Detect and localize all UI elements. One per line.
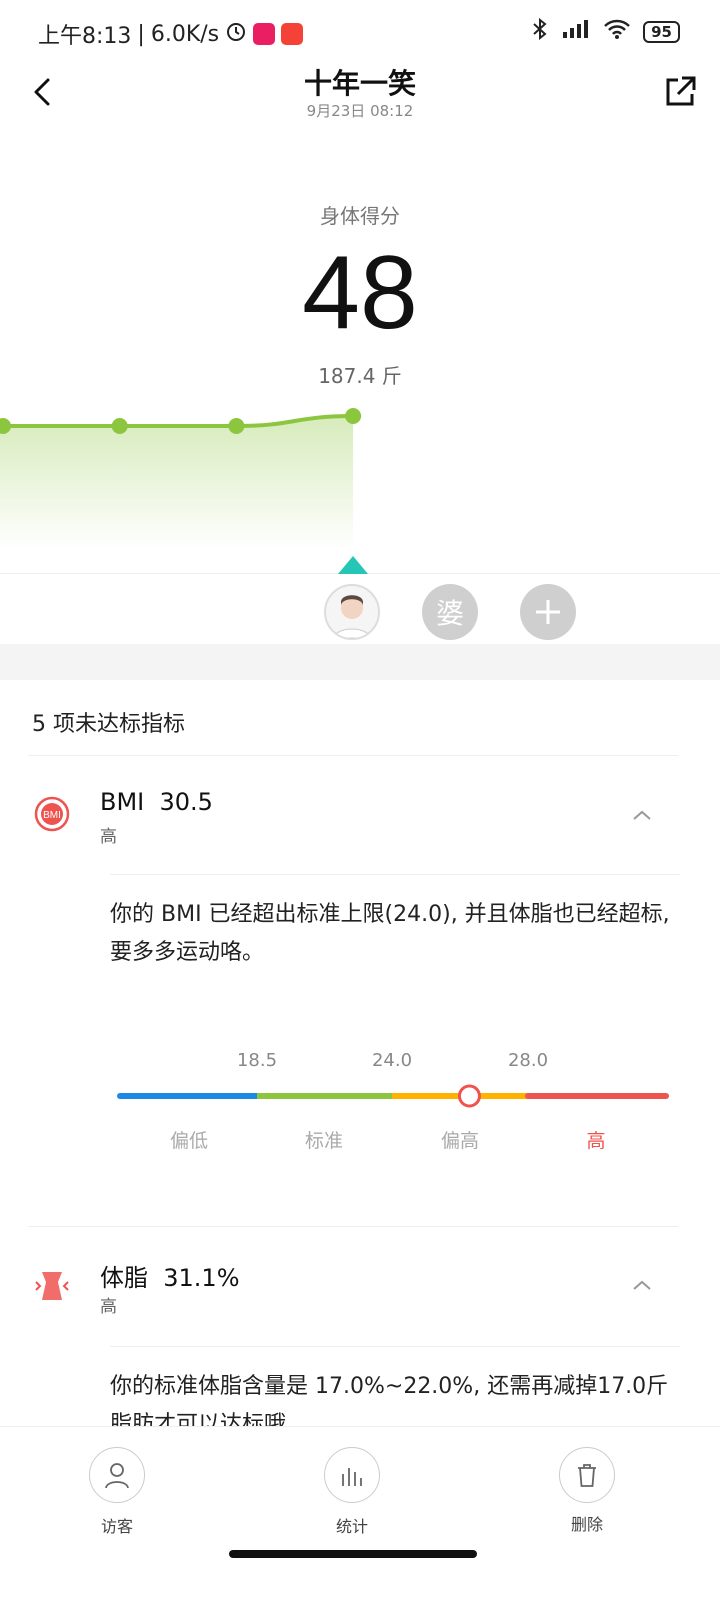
scale-tick: 24.0 xyxy=(371,1050,413,1071)
body-fat-description: 你的标准体脂含量是 17.0%~22.0%, 还需再减掉17.0斤脂肪才可以达标… xyxy=(110,1374,669,1426)
divider xyxy=(110,1346,680,1347)
page-title: 十年一笑 xyxy=(303,67,416,100)
share-icon xyxy=(666,76,696,106)
divider xyxy=(28,755,678,756)
scale-marker xyxy=(457,1084,481,1108)
scale-tick: 18.5 xyxy=(236,1050,278,1071)
member-avatar-self[interactable] xyxy=(324,584,380,640)
stats-label: 统计 xyxy=(335,1517,368,1536)
plus-icon xyxy=(536,600,560,624)
divider xyxy=(110,874,680,875)
visitor-label: 访客 xyxy=(100,1517,133,1536)
metric-level: 高 xyxy=(100,827,117,847)
metric-name: 体脂 xyxy=(100,1264,148,1292)
body-score: 48 xyxy=(302,235,418,351)
alarm-icon xyxy=(225,20,247,48)
bmi-description: 你的 BMI 已经超出标准上限(24.0), 并且体脂也已经超标, 要多多运动咯… xyxy=(110,902,670,965)
metric-value: 31.1% xyxy=(163,1264,240,1292)
member-avatar-po[interactable]: 婆 xyxy=(422,584,478,640)
add-member-button[interactable] xyxy=(520,584,576,640)
selected-marker-icon xyxy=(338,556,368,574)
metric-value: 30.5 xyxy=(159,788,213,816)
bmi-scale-bar xyxy=(117,1084,669,1108)
bottom-nav: 访客 统计 删除 xyxy=(0,1426,720,1601)
battery-indicator: 95 xyxy=(643,20,680,43)
chart-point[interactable] xyxy=(111,418,128,434)
bluetooth-icon xyxy=(531,17,549,45)
collapse-bmi-button[interactable] xyxy=(630,804,654,832)
page-subtitle: 9月23日 08:12 xyxy=(306,102,414,120)
status-bar-left: 上午8:13 | 6.0K/s xyxy=(38,18,304,50)
body-fat-icon xyxy=(32,1266,72,1310)
scale-label: 偏低 xyxy=(169,1130,208,1152)
weight-trend-chart xyxy=(0,408,362,550)
score-label: 身体得分 xyxy=(320,204,400,228)
person-avatar-icon xyxy=(333,595,371,638)
divider xyxy=(28,1226,678,1227)
metric-name: BMI xyxy=(100,788,145,816)
metric-row-bmi[interactable]: BMI 30.5 xyxy=(100,788,213,816)
visitor-button[interactable] xyxy=(89,1447,145,1503)
delete-label: 删除 xyxy=(570,1515,603,1534)
bmi-icon: BMI xyxy=(32,794,72,838)
scale-label: 偏高 xyxy=(440,1130,479,1152)
weight-value: 187.4 斤 xyxy=(318,364,402,388)
delete-button[interactable] xyxy=(559,1447,615,1503)
wifi-icon xyxy=(603,18,631,45)
stats-button[interactable] xyxy=(324,1447,380,1503)
chart-point[interactable] xyxy=(345,408,362,424)
collapse-body-fat-button[interactable] xyxy=(630,1274,654,1302)
share-button[interactable] xyxy=(660,72,700,112)
trash-icon xyxy=(578,1464,596,1487)
status-time: 上午8:13 xyxy=(38,24,132,49)
scale-tick: 28.0 xyxy=(507,1050,549,1071)
home-indicator xyxy=(229,1550,477,1558)
status-bar-right: 95 xyxy=(531,17,680,45)
svg-text:BMI: BMI xyxy=(43,810,61,821)
metric-level: 高 xyxy=(100,1297,117,1317)
status-speed: 6.0K/s xyxy=(150,21,220,47)
person-icon xyxy=(105,1463,129,1489)
signal-icon xyxy=(561,18,591,45)
section-separator xyxy=(0,644,720,680)
app-notification-icon-2 xyxy=(281,23,304,45)
chart-point[interactable] xyxy=(228,418,245,434)
chart-area xyxy=(0,416,354,550)
issues-title: 5 项未达标指标 xyxy=(32,712,185,737)
scale-label: 标准 xyxy=(304,1130,343,1152)
app-notification-icon xyxy=(253,23,276,45)
chevron-up-icon xyxy=(633,1280,651,1290)
scale-label-active: 高 xyxy=(586,1130,606,1152)
metric-row-body-fat[interactable]: 体脂 31.1% xyxy=(100,1258,240,1293)
chevron-up-icon xyxy=(633,810,651,820)
bar-chart-icon xyxy=(342,1468,362,1486)
